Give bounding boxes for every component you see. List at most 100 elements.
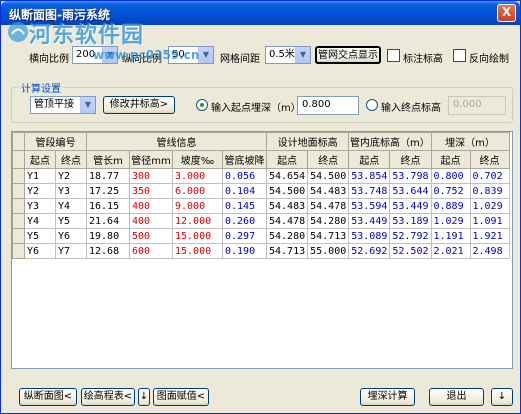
table-cell[interactable]: 0.297 <box>222 228 267 244</box>
table-cell[interactable]: 1.191 <box>430 228 471 244</box>
pipe-data-grid[interactable]: 管段编号 管线信息 设计地面标高 管内底标高（m） 埋深（m） 起点 终点 管长… <box>11 131 513 369</box>
assign-button[interactable]: 图面赋值< <box>153 388 209 406</box>
table-cell[interactable]: 21.64 <box>86 213 130 229</box>
table-cell[interactable]: 0.800 <box>430 168 471 184</box>
depth-calc-button[interactable]: 埋深计算 <box>360 388 415 406</box>
table-cell[interactable]: 0.104 <box>222 183 267 199</box>
row-header[interactable] <box>12 198 25 214</box>
profile-button[interactable]: 纵断面图< <box>19 388 77 406</box>
table-cell[interactable]: 1.029 <box>469 198 510 214</box>
table-cell[interactable]: 600 <box>129 243 173 259</box>
close-button[interactable]: X <box>497 4 516 22</box>
table-cell[interactable]: Y2 <box>24 183 56 199</box>
table-cell[interactable]: 0.260 <box>222 213 267 229</box>
table-cell[interactable]: 53.854 <box>348 168 391 184</box>
v-scale-select[interactable]: 50 ▼ <box>168 46 214 64</box>
table-cell[interactable]: 52.502 <box>389 243 432 259</box>
reverse-checkbox[interactable] <box>453 49 466 62</box>
table-row[interactable]: Y2 Y3 17.25 350 6.000 0.104 54.500 54.483 53.748… <box>12 183 510 199</box>
table-cell[interactable]: 54.483 <box>307 183 350 199</box>
table-cell[interactable]: 53.189 <box>389 213 432 229</box>
calc-mode-select[interactable]: 管顶平接 ▼ <box>30 96 96 114</box>
table-cell[interactable]: 54.483 <box>265 198 309 214</box>
modify-elev-button[interactable]: 修改井标高> <box>103 96 175 114</box>
table-row[interactable]: Y5 Y6 19.80 500 15.000 0.297 54.280 54.713 53.08… <box>12 228 510 244</box>
table-cell[interactable]: Y3 <box>55 183 87 199</box>
table-cell[interactable]: 16.15 <box>86 198 130 214</box>
end-elev-radio[interactable] <box>366 99 378 111</box>
table-cell[interactable]: 0.889 <box>430 198 471 214</box>
chevron-down-icon[interactable]: ▼ <box>198 47 213 63</box>
down-arrow-button-2[interactable]: ↓ <box>491 388 513 406</box>
table-cell[interactable]: 0.752 <box>430 183 471 199</box>
chevron-down-icon[interactable]: ▼ <box>295 47 310 63</box>
table-cell[interactable]: 53.798 <box>389 168 432 184</box>
table-cell[interactable]: Y5 <box>55 213 87 229</box>
show-nodes-button[interactable]: 管网交点显示 <box>315 46 381 64</box>
table-cell[interactable]: 54.280 <box>307 213 350 229</box>
table-cell[interactable]: 53.449 <box>389 198 432 214</box>
table-cell[interactable]: Y4 <box>55 198 87 214</box>
table-cell[interactable]: 53.748 <box>348 183 391 199</box>
table-cell[interactable]: 15.000 <box>172 243 223 259</box>
table-cell[interactable]: Y2 <box>55 168 87 184</box>
start-depth-radio[interactable] <box>196 99 208 111</box>
table-cell[interactable]: 400 <box>129 198 173 214</box>
table-cell[interactable]: 12.000 <box>172 213 223 229</box>
table-cell[interactable]: 53.644 <box>389 183 432 199</box>
row-header[interactable] <box>12 168 25 184</box>
grid-spacing-select[interactable]: 0.5米 ▼ <box>265 46 311 64</box>
start-depth-input[interactable]: 0.800 <box>297 96 359 115</box>
table-cell[interactable]: 54.280 <box>265 228 309 244</box>
title-bar[interactable]: 纵断面图-雨污系统 X <box>1 1 520 25</box>
table-cell[interactable]: 17.25 <box>86 183 130 199</box>
exit-button[interactable]: 退出 <box>429 388 484 406</box>
table-cell[interactable]: 400 <box>129 213 173 229</box>
table-cell[interactable]: 52.692 <box>348 243 391 259</box>
table-cell[interactable]: 55.000 <box>307 243 350 259</box>
end-elev-input[interactable]: 0.000 <box>448 96 506 115</box>
table-cell[interactable]: Y6 <box>24 243 56 259</box>
table-cell[interactable]: 15.000 <box>172 228 223 244</box>
row-header[interactable] <box>12 183 25 199</box>
row-header[interactable] <box>12 213 25 229</box>
chevron-down-icon[interactable]: ▼ <box>80 97 95 113</box>
table-row[interactable]: Y1 Y2 18.77 300 3.000 0.056 54.654 54.500 53.854… <box>12 168 510 184</box>
table-cell[interactable]: 53.089 <box>348 228 391 244</box>
table-cell[interactable]: 0.145 <box>222 198 267 214</box>
table-cell[interactable]: Y4 <box>24 213 56 229</box>
table-cell[interactable]: Y1 <box>24 168 56 184</box>
table-cell[interactable]: 19.80 <box>86 228 130 244</box>
table-row[interactable]: Y6 Y7 12.68 600 15.000 0.190 54.713 55.000 52.69… <box>12 243 510 259</box>
table-cell[interactable]: 53.449 <box>348 213 391 229</box>
table-row[interactable]: Y3 Y4 16.15 400 9.000 0.145 54.483 54.478 53.594… <box>12 198 510 214</box>
table-cell[interactable]: 350 <box>129 183 173 199</box>
draw-elev-table-button[interactable]: 绘高程表< <box>81 388 135 406</box>
table-cell[interactable]: 2.498 <box>469 243 510 259</box>
row-header[interactable] <box>12 243 25 259</box>
table-cell[interactable]: 300 <box>129 168 173 184</box>
table-cell[interactable]: 12.68 <box>86 243 130 259</box>
table-cell[interactable]: Y3 <box>24 198 56 214</box>
chevron-down-icon[interactable]: ▼ <box>102 47 117 63</box>
table-cell[interactable]: 6.000 <box>172 183 223 199</box>
table-cell[interactable]: 0.190 <box>222 243 267 259</box>
table-cell[interactable]: 0.702 <box>469 168 510 184</box>
table-cell[interactable]: 2.021 <box>430 243 471 259</box>
table-cell[interactable]: 52.792 <box>389 228 432 244</box>
table-cell[interactable]: 1.029 <box>430 213 471 229</box>
table-cell[interactable]: 54.713 <box>265 243 309 259</box>
table-cell[interactable]: 3.000 <box>172 168 223 184</box>
table-cell[interactable]: 18.77 <box>86 168 130 184</box>
row-header[interactable] <box>12 228 25 244</box>
table-row[interactable]: Y4 Y5 21.64 400 12.000 0.260 54.478 54.280 53.44… <box>12 213 510 229</box>
table-cell[interactable]: Y6 <box>55 228 87 244</box>
table-cell[interactable]: 54.500 <box>265 183 309 199</box>
table-cell[interactable]: 0.839 <box>469 183 510 199</box>
table-cell[interactable]: 1.921 <box>469 228 510 244</box>
table-cell[interactable]: 9.000 <box>172 198 223 214</box>
table-cell[interactable]: 500 <box>129 228 173 244</box>
table-cell[interactable]: 54.713 <box>307 228 350 244</box>
table-cell[interactable]: 54.478 <box>265 213 309 229</box>
table-cell[interactable]: 1.091 <box>469 213 510 229</box>
